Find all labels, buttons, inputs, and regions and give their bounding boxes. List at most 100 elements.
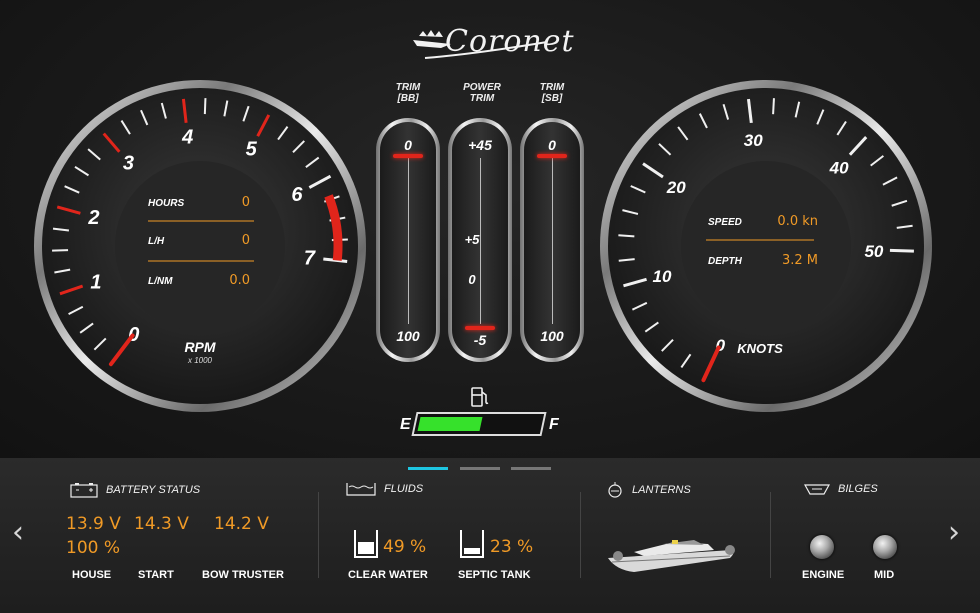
clear-water-percent: 49 % <box>383 537 427 557</box>
trim-sb-top-label: 0 <box>548 137 556 153</box>
page-indicator-1[interactable] <box>408 467 448 470</box>
mid-bilge-indicator[interactable] <box>873 535 897 559</box>
hours-label: HOURS <box>148 198 184 209</box>
trim-bb-bottom-label: 100 <box>396 328 420 344</box>
gauge-tick <box>772 98 775 115</box>
engine-bilge-label: ENGINE <box>802 569 845 581</box>
gauge-tick-label: 5 <box>246 139 258 161</box>
trim-sb-title-1: TRIM <box>539 82 565 93</box>
mid-bilge-label: MID <box>874 569 895 581</box>
section-divider <box>318 492 319 578</box>
chevron-right-icon[interactable]: › <box>948 515 960 550</box>
coronet-logo: Coronet <box>405 18 574 66</box>
brand-name: Coronet <box>445 24 575 59</box>
lnm-value: 0.0 <box>229 273 250 288</box>
trim-sb-title: TRIM [SB] <box>522 82 582 104</box>
speed-gauge: 01020304050 KNOTS SPEED 0.0 kn DEPTH 3.2… <box>600 80 932 412</box>
power-trim-mid1-label: +5 <box>464 232 480 247</box>
trim-sb-title-2: [SB] <box>541 93 563 104</box>
fuel-full-label: F <box>549 416 559 433</box>
lh-value: 0 <box>242 233 250 248</box>
fluids-title: FLUIDS <box>384 483 424 495</box>
power-trim-mid2-label: 0 <box>468 272 476 287</box>
septic-tank-percent: 23 % <box>490 537 534 557</box>
speed-label: SPEED <box>708 217 742 228</box>
gauge-tick-label: 40 <box>829 159 849 178</box>
trim-bb-gauge: 0 100 <box>376 118 440 362</box>
lnm-label: L/NM <box>148 276 173 287</box>
lanterns-title: LANTERNS <box>632 484 691 496</box>
gauge-tick-label: 20 <box>666 178 686 197</box>
fuel-level-bar <box>411 412 547 436</box>
battery-status-title: BATTERY STATUS <box>106 484 201 496</box>
lantern-icon <box>608 482 622 498</box>
power-trim-title-1: POWER <box>463 82 501 93</box>
gauge-tick-label: 6 <box>291 184 303 206</box>
rpm-gauge: 01234567 RPM x 1000 HOURS 0 L/H 0 L/NM 0… <box>34 80 366 412</box>
trim-sb-bottom-label: 100 <box>540 328 564 344</box>
trim-bb-indicator <box>393 154 423 158</box>
trim-bb-title: TRIM [BB] <box>378 82 438 104</box>
house-charge-percent: 100 % <box>66 538 121 558</box>
battery-icon <box>70 483 98 498</box>
gauge-tick-label: 3 <box>123 152 134 174</box>
dashboard: Coronet 01234567 RPM x 1000 HOURS 0 L/H … <box>0 0 980 458</box>
depth-value: 3.2 M <box>782 253 818 268</box>
chevron-left-icon[interactable]: ‹ <box>12 515 24 550</box>
bilges-header: BILGES <box>804 482 878 496</box>
gauge-tick-label: 1 <box>90 272 101 294</box>
gauge-tick <box>203 98 207 115</box>
rpm-unit-label: RPM <box>184 339 215 355</box>
start-label: START <box>138 569 174 581</box>
house-voltage: 13.9 V <box>66 514 121 534</box>
section-divider <box>580 492 581 578</box>
clear-water-tank-icon <box>354 530 378 558</box>
gauge-tick-label: 4 <box>181 127 193 149</box>
power-trim-bottom-label: -5 <box>473 332 487 348</box>
section-divider <box>770 492 771 578</box>
speed-value: 0.0 kn <box>777 214 818 229</box>
bilges-title: BILGES <box>838 483 878 495</box>
fluids-header: FLUIDS <box>346 482 423 496</box>
rpm-unit-sub: x 1000 <box>187 356 213 365</box>
gauge-tick <box>889 248 914 253</box>
knots-unit-label: KNOTS <box>737 341 783 356</box>
bilge-icon <box>804 484 830 495</box>
power-trim-top-label: +45 <box>468 137 492 153</box>
trim-sb-gauge: 0 100 <box>520 118 584 362</box>
gauge-tick-label: 2 <box>87 207 99 229</box>
septic-tank-icon <box>460 530 484 558</box>
bow-truster-label: BOW TRUSTER <box>202 569 284 581</box>
fuel-level-fill <box>417 417 483 431</box>
gauge-tick <box>618 234 635 238</box>
fuel-pump-icon <box>471 387 489 407</box>
power-trim-title: POWER TRIM <box>452 82 512 104</box>
tank-icon <box>346 483 376 496</box>
page-indicator-3[interactable] <box>511 467 551 470</box>
power-trim-indicator <box>465 326 495 330</box>
trim-bb-top-label: 0 <box>404 137 412 153</box>
bow-truster-voltage: 14.2 V <box>214 514 269 534</box>
power-trim-gauge: +45 +5 0 -5 <box>448 118 512 362</box>
trim-sb-indicator <box>537 154 567 158</box>
fuel-empty-label: E <box>400 416 411 433</box>
engine-bilge-indicator[interactable] <box>810 535 834 559</box>
start-voltage: 14.3 V <box>134 514 189 534</box>
lh-label: L/H <box>148 236 165 247</box>
trim-bb-title-2: [BB] <box>397 93 419 104</box>
clear-water-label: CLEAR WATER <box>348 569 428 581</box>
power-trim-title-2: TRIM <box>469 93 495 104</box>
depth-label: DEPTH <box>708 256 743 267</box>
battery-status-header: BATTERY STATUS <box>70 482 200 498</box>
septic-tank-label: SEPTIC TANK <box>458 569 531 581</box>
house-label: HOUSE <box>72 569 112 581</box>
gauge-tick-label: 7 <box>304 247 316 269</box>
hours-value: 0 <box>242 195 250 210</box>
lanterns-header: LANTERNS <box>606 482 691 498</box>
page-indicator-2[interactable] <box>460 467 500 470</box>
gauge-tick-label: 10 <box>653 267 672 286</box>
trim-bb-title-1: TRIM <box>395 82 421 93</box>
gauge-tick-label: 30 <box>744 131 763 150</box>
boat-icon[interactable] <box>604 528 740 578</box>
gauge-tick-label: 50 <box>864 242 883 261</box>
